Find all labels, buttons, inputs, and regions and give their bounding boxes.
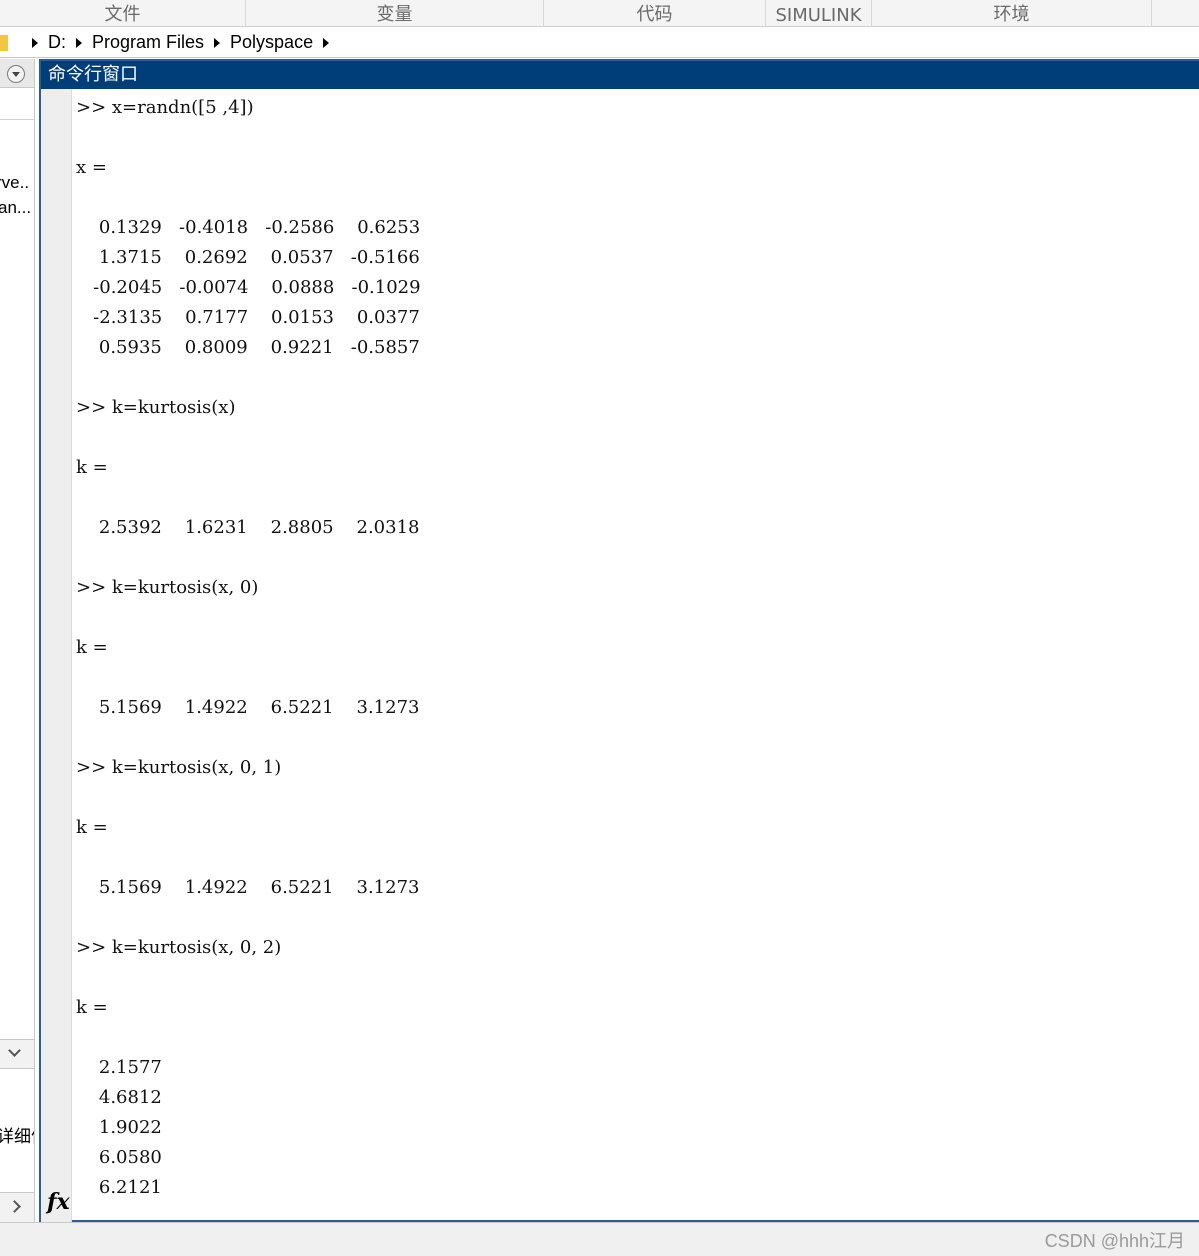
section-code-label: 代码 [636,4,673,25]
path-arrow-icon[interactable] [32,37,38,48]
path-segment-polyspace[interactable]: Polyspace [230,32,313,53]
panel-menu-dropdown-icon[interactable] [7,65,25,83]
output-line: k = [76,817,108,838]
status-bar: CSDN @hhh江月 [0,1222,1199,1256]
path-arrow-icon[interactable] [214,37,221,48]
function-browser-icon[interactable]: fx [47,1189,70,1215]
section-variable[interactable]: 变量 [246,0,544,27]
workspace-toggle[interactable] [0,1192,34,1222]
command-line: >> k=kurtosis(x) [76,397,236,418]
chevron-right-icon [8,1200,21,1213]
divider [0,119,34,120]
output-line: 6.2121 [76,1177,162,1198]
output-line: 2.1577 [76,1057,162,1078]
output-line: 1.9022 [76,1117,162,1138]
output-line: 1.3715 0.2692 0.0537 -0.5166 [76,247,420,268]
current-folder-panel: rve.. an... 详细信 [0,59,35,1222]
section-simulink[interactable]: SIMULINK [766,0,872,27]
output-line: 5.1569 1.4922 6.5221 3.1273 [76,697,420,718]
toolstrip-sections: 文件 变量 代码 SIMULINK 环境 [0,0,1199,27]
section-environment-label: 环境 [993,4,1030,25]
folder-icon [0,34,8,51]
output-line: 5.1569 1.4922 6.5221 3.1273 [76,877,420,898]
chevron-down-icon [8,1044,21,1057]
command-window-gutter: fx [41,89,72,1222]
details-label: 详细信 [0,1127,34,1146]
output-line: k = [76,997,108,1018]
output-line: k = [76,637,108,658]
output-line: x = [76,157,107,178]
output-line: 6.0580 [76,1147,162,1168]
details-toggle[interactable] [0,1039,34,1069]
command-line: >> k=kurtosis(x, 0) [76,577,259,598]
command-window-title: 命令行窗口 [41,61,1199,89]
panel-header [0,59,34,88]
command-line: >> k=kurtosis(x, 0, 1) [76,757,282,778]
path-arrow-icon[interactable] [76,37,82,48]
section-environment[interactable]: 环境 [872,0,1152,27]
output-line: -0.2045 -0.0074 0.0888 -0.1029 [76,277,421,298]
output-line: 2.5392 1.6231 2.8805 2.0318 [76,517,420,538]
section-code[interactable]: 代码 [544,0,766,27]
command-window[interactable]: 命令行窗口 fx >> x=randn([5 ,4]) x = 0.1329 -0… [39,59,1199,1222]
command-output[interactable]: >> x=randn([5 ,4]) x = 0.1329 -0.4018 -0.… [76,89,1196,1222]
path-arrow-icon[interactable] [323,37,330,48]
watermark: CSDN @hhh江月 [1044,1231,1185,1251]
output-line: 0.1329 -0.4018 -0.2586 0.6253 [76,217,421,238]
output-line: 4.6812 [76,1087,162,1108]
output-line: k = [76,457,108,478]
section-file-label: 文件 [104,4,141,25]
section-simulink-label: SIMULINK [775,5,862,26]
file-list-item[interactable]: an... [0,198,31,218]
address-bar[interactable]: D: Program Files Polyspace [0,28,1199,58]
output-line: 0.5935 0.8009 0.9221 -0.5857 [76,337,420,358]
section-variable-label: 变量 [376,4,413,25]
path-segment-program-files[interactable]: Program Files [92,32,204,53]
section-file[interactable]: 文件 [0,0,246,27]
output-line: -2.3135 0.7177 0.0153 0.0377 [76,307,420,328]
file-list-item[interactable]: rve.. [0,173,29,193]
command-line: >> k=kurtosis(x, 0, 2) [76,937,282,958]
path-segment-drive[interactable]: D: [48,32,66,53]
command-line: >> x=randn([5 ,4]) [76,97,254,118]
